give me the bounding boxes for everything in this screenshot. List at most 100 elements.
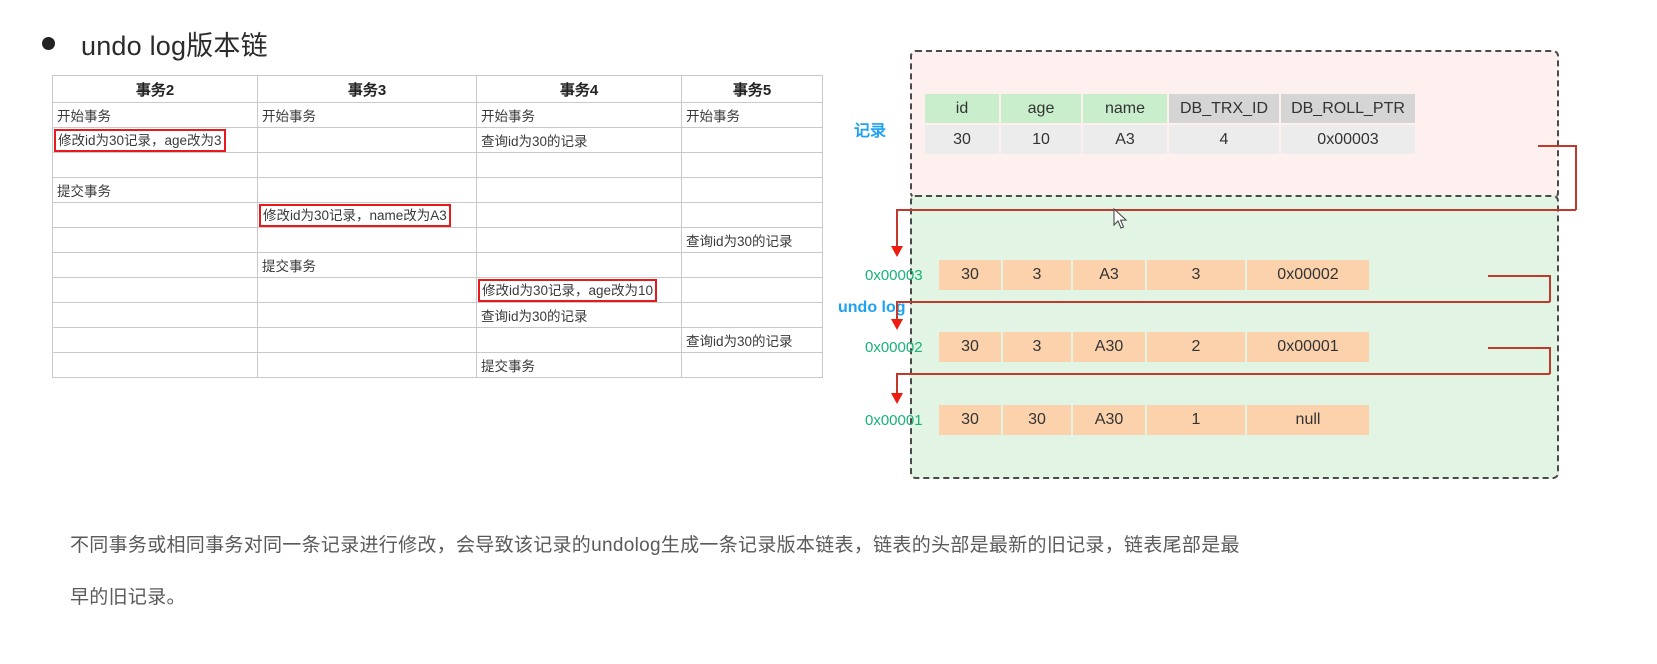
table-cell xyxy=(681,277,823,303)
undo-value-db-roll-ptr: 0x00001 xyxy=(1247,332,1369,362)
table-cell xyxy=(52,277,258,303)
undo-row-address: 0x00002 xyxy=(865,338,923,356)
table-cell xyxy=(681,302,823,328)
table-row: 查询id为30的记录 xyxy=(52,227,823,253)
table-cell xyxy=(257,177,477,203)
table-cell: 修改id为30记录，name改为A3 xyxy=(257,202,477,228)
connector-line xyxy=(1549,275,1551,302)
table-cell xyxy=(681,202,823,228)
table-cell xyxy=(476,152,682,178)
record-table: id age name DB_TRX_ID DB_ROLL_PTR 30 10 … xyxy=(923,92,1417,156)
table-cell: 提交事务 xyxy=(257,252,477,278)
connector-line xyxy=(1538,145,1576,147)
connector-line xyxy=(896,301,1550,303)
table-row: 提交事务 xyxy=(52,252,823,278)
table-cell xyxy=(476,227,682,253)
record-col-id: id xyxy=(925,94,999,123)
table-cell xyxy=(257,227,477,253)
table-cell xyxy=(257,327,477,353)
record-col-db-trx-id: DB_TRX_ID xyxy=(1169,94,1279,123)
cell-text: 开始事务 xyxy=(686,109,740,124)
cell-text: 开始事务 xyxy=(57,109,111,124)
bullet-dot-icon xyxy=(42,37,55,50)
record-table-header-row: id age name DB_TRX_ID DB_ROLL_PTR xyxy=(925,94,1415,123)
highlighted-cell-text: 修改id为30记录，age改为10 xyxy=(478,278,658,302)
record-col-name: name xyxy=(1083,94,1167,123)
table-row: 提交事务 xyxy=(52,177,823,203)
table-row: 查询id为30的记录 xyxy=(52,327,823,353)
table-row: 修改id为30记录，age改为3 查询id为30的记录 xyxy=(52,127,823,153)
table-cell: 开始事务 xyxy=(681,102,823,128)
undo-log-row-3: 0x00001 30 30 A30 1 null xyxy=(865,405,1369,435)
highlighted-cell-text: 修改id为30记录，age改为3 xyxy=(54,128,226,152)
mouse-cursor-icon xyxy=(1113,208,1128,229)
undo-value-name: A3 xyxy=(1073,260,1145,290)
cell-text: 开始事务 xyxy=(262,109,316,124)
table-cell: 查询id为30的记录 xyxy=(476,127,682,153)
table-cell: 修改id为30记录，age改为3 xyxy=(52,127,258,153)
page-heading: undo log版本链 xyxy=(42,24,268,63)
table-cell: 提交事务 xyxy=(52,177,258,203)
table-cell: 开始事务 xyxy=(476,102,682,128)
undo-value-age: 3 xyxy=(1003,332,1071,362)
table-cell xyxy=(681,252,823,278)
table-cell xyxy=(681,127,823,153)
table-cell xyxy=(52,152,258,178)
undo-value-id: 30 xyxy=(939,332,1001,362)
description-line-2: 早的旧记录。 xyxy=(70,587,186,608)
undo-value-db-trx-id: 2 xyxy=(1147,332,1245,362)
connector-line xyxy=(1488,275,1550,277)
table-cell xyxy=(52,227,258,253)
cell-text: 开始事务 xyxy=(481,109,535,124)
description-paragraph: 不同事务或相同事务对同一条记录进行修改，会导致该记录的undolog生成一条记录… xyxy=(70,520,1570,624)
table-row xyxy=(52,152,823,178)
description-line-1: 不同事务或相同事务对同一条记录进行修改，会导致该记录的undolog生成一条记录… xyxy=(70,535,1240,556)
cell-text: 查询id为30的记录 xyxy=(686,234,793,249)
table-header-row: 事务2 事务3 事务4 事务5 xyxy=(52,75,823,103)
cell-text: 提交事务 xyxy=(481,359,535,374)
table-cell xyxy=(52,252,258,278)
table-row: 修改id为30记录，age改为10 xyxy=(52,277,823,303)
connector-line xyxy=(896,373,1550,375)
table-cell xyxy=(476,202,682,228)
connector-line xyxy=(896,373,898,395)
table-row: 提交事务 xyxy=(52,352,823,378)
undo-value-db-roll-ptr: null xyxy=(1247,405,1369,435)
table-cell xyxy=(257,127,477,153)
undo-value-age: 30 xyxy=(1003,405,1071,435)
table-cell xyxy=(257,152,477,178)
table-cell: 提交事务 xyxy=(476,352,682,378)
cell-text: 提交事务 xyxy=(262,259,316,274)
cell-text: 查询id为30的记录 xyxy=(481,309,588,324)
undo-value-db-trx-id: 1 xyxy=(1147,405,1245,435)
table-cell xyxy=(52,327,258,353)
table-row: 开始事务 开始事务 开始事务 开始事务 xyxy=(52,102,823,128)
arrow-head-icon xyxy=(891,246,903,257)
table-cell xyxy=(476,252,682,278)
table-cell xyxy=(52,302,258,328)
connector-line xyxy=(1549,347,1551,374)
table-cell xyxy=(681,177,823,203)
table-cell xyxy=(476,327,682,353)
undo-value-id: 30 xyxy=(939,260,1001,290)
table-cell xyxy=(52,352,258,378)
highlighted-cell-text: 修改id为30记录，name改为A3 xyxy=(259,203,451,227)
page-title: undo log版本链 xyxy=(81,31,268,61)
table-cell xyxy=(681,152,823,178)
arrow-head-icon xyxy=(891,319,903,330)
undo-log-row-2: 0x00002 30 3 A30 2 0x00001 xyxy=(865,332,1369,362)
table-cell: 查询id为30的记录 xyxy=(681,327,823,353)
record-panel-label: 记录 xyxy=(854,123,887,140)
connector-line xyxy=(896,209,898,250)
cell-text: 查询id为30的记录 xyxy=(481,134,588,149)
record-col-age: age xyxy=(1001,94,1081,123)
table-cell: 查询id为30的记录 xyxy=(476,302,682,328)
undo-value-name: A30 xyxy=(1073,405,1145,435)
record-value-db-trx-id: 4 xyxy=(1169,125,1279,154)
cell-text: 查询id为30的记录 xyxy=(686,334,793,349)
arrow-head-icon xyxy=(891,393,903,404)
undo-row-address: 0x00003 xyxy=(865,266,923,284)
table-cell xyxy=(476,177,682,203)
record-value-name: A3 xyxy=(1083,125,1167,154)
undo-log-row-1: 0x00003 30 3 A3 3 0x00002 xyxy=(865,260,1369,290)
